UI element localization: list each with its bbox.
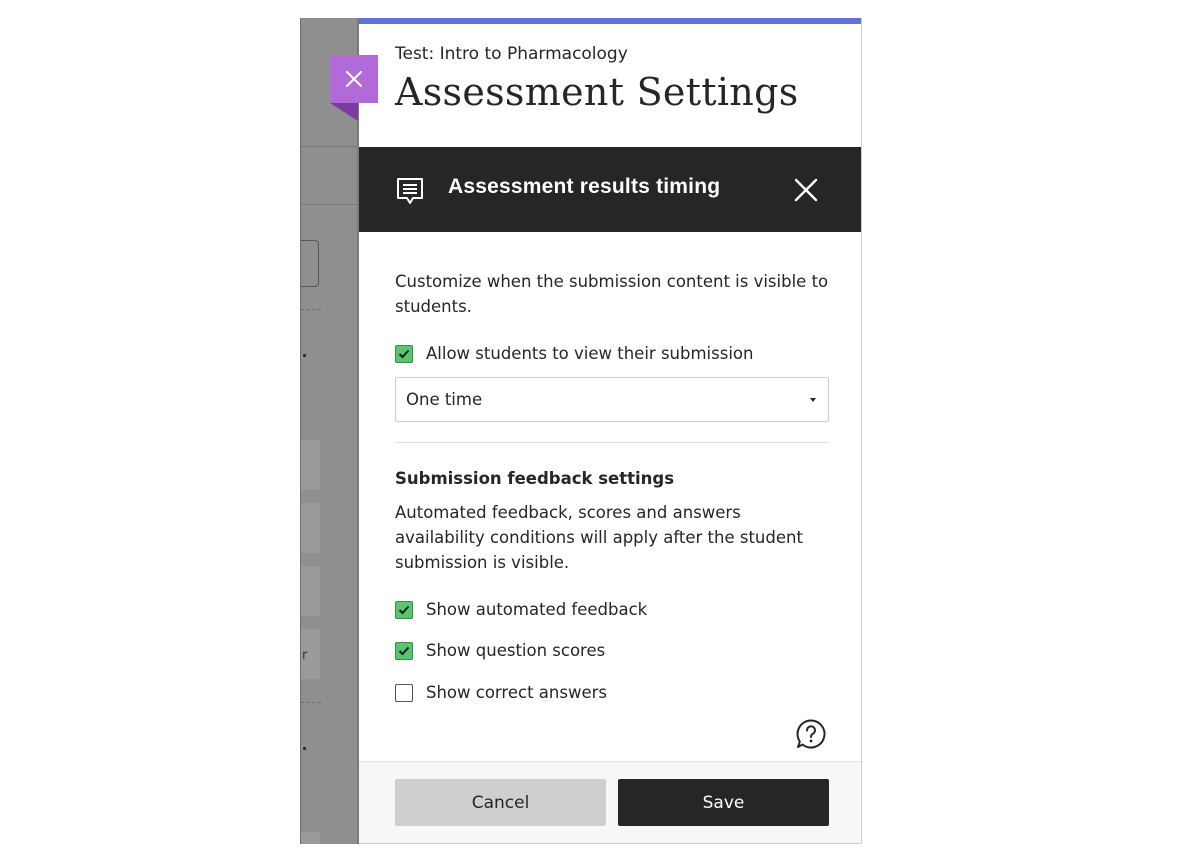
visibility-select-value: One time [406, 390, 483, 409]
background-divider [301, 146, 359, 147]
feedback-heading: Submission feedback settings [395, 469, 675, 488]
close-icon [346, 71, 362, 87]
allow-view-label[interactable]: Allow students to view their submission [426, 344, 753, 363]
panel-accent-bar [359, 18, 861, 24]
checkmark-icon [398, 646, 410, 655]
checkmark-icon [398, 349, 410, 358]
allow-view-checkbox[interactable] [395, 344, 413, 363]
close-section-button[interactable] [793, 177, 819, 203]
section-divider [395, 442, 829, 443]
background-block [301, 566, 320, 616]
background-text: r [302, 648, 308, 663]
checkmark-icon [398, 605, 410, 614]
background-divider [301, 204, 359, 205]
background-dashed-line [301, 309, 321, 310]
background-input [301, 240, 319, 287]
section-title: Assessment results timing [448, 175, 721, 198]
show-question-scores-label[interactable]: Show question scores [426, 641, 605, 660]
background-bullet [303, 747, 306, 750]
background-dashed-line [301, 702, 321, 703]
close-tab-fold [330, 103, 358, 121]
page-title: Assessment Settings [395, 70, 799, 114]
option-row: Show correct answers [395, 683, 607, 702]
save-button[interactable]: Save [618, 779, 829, 826]
show-automated-feedback-label[interactable]: Show automated feedback [426, 600, 647, 619]
help-chat-icon[interactable] [795, 718, 827, 750]
section-header: Assessment results timing [359, 147, 861, 232]
comment-text-icon [397, 178, 423, 204]
background-block [301, 440, 320, 490]
allow-view-row: Allow students to view their submission [395, 344, 753, 363]
caret-down-icon [810, 398, 816, 402]
cancel-button[interactable]: Cancel [395, 779, 606, 826]
option-row: Show automated feedback [395, 600, 647, 619]
show-automated-feedback-checkbox[interactable] [395, 600, 413, 619]
close-panel-button[interactable] [330, 55, 378, 103]
show-question-scores-checkbox[interactable] [395, 641, 413, 660]
feedback-description: Automated feedback, scores and answers a… [395, 503, 803, 572]
show-correct-answers-label[interactable]: Show correct answers [426, 683, 607, 702]
show-correct-answers-checkbox[interactable] [395, 683, 413, 702]
background-page: r [300, 18, 361, 844]
panel-footer: Cancel Save [359, 761, 861, 843]
visibility-select[interactable]: One time [395, 377, 829, 422]
option-row: Show question scores [395, 641, 605, 660]
background-block [301, 503, 320, 553]
section-description: Customize when the submission content is… [395, 272, 829, 316]
panel-subtitle: Test: Intro to Pharmacology [395, 44, 628, 64]
background-bullet [303, 354, 306, 357]
background-block [301, 832, 320, 844]
assessment-settings-panel: Test: Intro to Pharmacology Assessment S… [359, 18, 862, 844]
